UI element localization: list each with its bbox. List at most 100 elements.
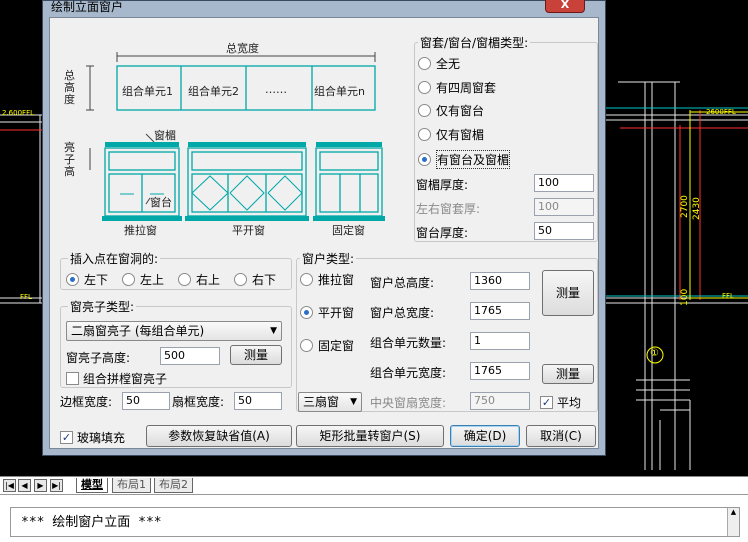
close-icon: X	[560, 0, 570, 11]
diagram-total-height-label: 总高度	[64, 69, 75, 106]
transom-measure-button[interactable]: 测量	[230, 345, 282, 365]
command-history[interactable]: *** 绘制窗户立面 *** ▲	[10, 507, 740, 537]
radio-icon	[418, 57, 431, 70]
next-tab-icon[interactable]: ▶	[34, 479, 47, 492]
side-trim-thickness-label: 左右窗套厚:	[416, 202, 481, 216]
total-width-label: 窗户总宽度:	[370, 306, 435, 320]
dropdown-arrow-icon: ▼	[270, 326, 277, 336]
insert-lower-left[interactable]: 左下	[66, 271, 108, 288]
cancel-button[interactable]: 取消(C)	[526, 425, 596, 447]
sill-thickness-label: 窗台厚度:	[416, 226, 469, 240]
average-checkbox[interactable]: ✓ 平均	[540, 394, 581, 411]
diagram-sill-label: 窗台	[150, 196, 172, 209]
transom-height-input[interactable]: 500	[160, 347, 220, 365]
sash-width-label: 扇框宽度:	[172, 395, 225, 409]
cad-dim-2700: 2700	[680, 195, 690, 218]
radio-selected-icon	[66, 273, 79, 286]
trim-option-sill-and-lintel[interactable]: 有窗台及窗楣	[418, 150, 511, 169]
restore-defaults-button[interactable]: 参数恢复缺省值(A)	[146, 425, 292, 447]
command-scrollbar[interactable]: ▲	[727, 508, 739, 536]
total-height-label: 窗户总高度:	[370, 276, 435, 290]
radio-icon	[234, 273, 247, 286]
transom-height-label: 窗亮子高度:	[66, 351, 131, 365]
layout-tab-bar: |◀ ◀ ▶ ▶| 模型 布局1 布局2	[0, 476, 748, 494]
trim-option-sill-only[interactable]: 仅有窗台	[418, 102, 484, 119]
dialog-title: 绘制立面窗户	[51, 0, 124, 14]
trim-type-group-label: 窗套/窗台/窗楣类型:	[418, 34, 531, 51]
batch-convert-button[interactable]: 矩形批量转窗户(S)	[296, 425, 444, 447]
prev-tab-icon[interactable]: ◀	[18, 479, 31, 492]
dropdown-arrow-icon: ▼	[350, 397, 357, 407]
border-width-label: 边框宽度:	[60, 395, 113, 409]
glass-fill-checkbox[interactable]: ✓ 玻璃填充	[60, 429, 125, 446]
transom-type-select[interactable]: 二扇窗亮子 (每组合单元) ▼	[66, 321, 282, 341]
trim-option-surround[interactable]: 有四周窗套	[418, 79, 496, 96]
unit-width-input[interactable]: 1765	[470, 362, 530, 380]
cad-level-left: 2.600FFL	[2, 109, 34, 117]
center-sash-width-label: 中央窗扇宽度:	[370, 396, 447, 410]
insert-upper-left[interactable]: 左上	[122, 271, 164, 288]
command-text: *** 绘制窗户立面 ***	[21, 515, 162, 530]
radio-icon	[178, 273, 191, 286]
unit-count-label: 组合单元数量:	[370, 336, 447, 350]
radio-selected-icon	[418, 153, 431, 166]
transom-group-label: 窗亮子类型:	[68, 298, 137, 315]
tab-model[interactable]: 模型	[76, 478, 108, 493]
command-line-area: *** 绘制窗户立面 *** ▲	[0, 494, 748, 542]
radio-icon	[300, 339, 313, 352]
diagram-cell-1: 组合单元1	[122, 85, 173, 98]
border-width-input[interactable]: 50	[122, 392, 170, 410]
ok-button[interactable]: 确定(D)	[450, 425, 520, 447]
checkmark-icon: ✓	[540, 396, 553, 409]
tab-layout1[interactable]: 布局1	[112, 478, 151, 493]
center-sash-width-input[interactable]: 750	[470, 392, 530, 410]
cad-fl-right: FFL	[722, 292, 734, 300]
radio-icon	[300, 273, 313, 286]
last-tab-icon[interactable]: ▶|	[50, 479, 63, 492]
cad-fl-left: FFL	[20, 293, 32, 301]
dialog-body: 总宽度 总高度 组合单元1 组合单元2 …… 组合单元n 窗楣 亮子高 窗台 推…	[49, 17, 599, 449]
cad-dim-2430: 2430	[692, 197, 702, 220]
radio-icon	[418, 81, 431, 94]
trim-option-none[interactable]: 全无	[418, 55, 460, 72]
diagram-caption-casement: 平开窗	[232, 224, 265, 237]
insert-lower-right[interactable]: 右下	[234, 271, 276, 288]
radio-selected-icon	[300, 306, 313, 319]
total-width-input[interactable]: 1765	[470, 302, 530, 320]
diagram-caption-sliding: 推拉窗	[124, 224, 157, 237]
unit-count-input[interactable]: 1	[470, 332, 530, 350]
radio-icon	[418, 128, 431, 141]
total-measure-button[interactable]: 测量	[542, 270, 594, 316]
radio-icon	[418, 104, 431, 117]
total-height-input[interactable]: 1360	[470, 272, 530, 290]
trim-option-lintel-only[interactable]: 仅有窗楣	[418, 126, 484, 143]
window-diagram	[86, 52, 385, 221]
sash-width-input[interactable]: 50	[234, 392, 282, 410]
first-tab-icon[interactable]: |◀	[3, 479, 16, 492]
window-type-casement[interactable]: 平开窗	[300, 304, 354, 321]
diagram-transom-height-label: 亮子高	[64, 141, 75, 178]
window-type-group-label: 窗户类型:	[300, 250, 357, 267]
checkbox-icon	[66, 372, 79, 385]
cad-level-right: 2600FFL	[706, 108, 736, 116]
window-type-fixed[interactable]: 固定窗	[300, 337, 354, 354]
window-type-sliding[interactable]: 推拉窗	[300, 271, 354, 288]
insert-upper-right[interactable]: 右上	[178, 271, 220, 288]
combine-transom-checkbox[interactable]: 组合拼樘窗亮子	[66, 370, 167, 387]
insert-point-group-label: 插入点在窗洞的:	[68, 250, 161, 267]
tab-layout2[interactable]: 布局2	[154, 478, 193, 493]
lintel-thickness-input[interactable]: 100	[534, 174, 594, 192]
draw-window-dialog: 绘制立面窗户 X 总宽度 总高度 组合单元1 组合单元2 …… 组合单元n 窗楣…	[42, 0, 606, 456]
lintel-thickness-label: 窗楣厚度:	[416, 178, 469, 192]
diagram-cell-n: 组合单元n	[314, 85, 365, 98]
unit-width-label: 组合单元宽度:	[370, 366, 447, 380]
sash-count-select[interactable]: 三扇窗 ▼	[298, 392, 362, 412]
radio-icon	[122, 273, 135, 286]
unit-measure-button[interactable]: 测量	[542, 364, 594, 384]
dialog-titlebar[interactable]: 绘制立面窗户 X	[43, 0, 605, 15]
close-button[interactable]: X	[545, 0, 585, 13]
sill-thickness-input[interactable]: 50	[534, 222, 594, 240]
side-trim-thickness-input[interactable]: 100	[534, 198, 594, 216]
diagram-cell-2: 组合单元2	[188, 85, 239, 98]
diagram-transom-label: 窗楣	[154, 129, 176, 142]
